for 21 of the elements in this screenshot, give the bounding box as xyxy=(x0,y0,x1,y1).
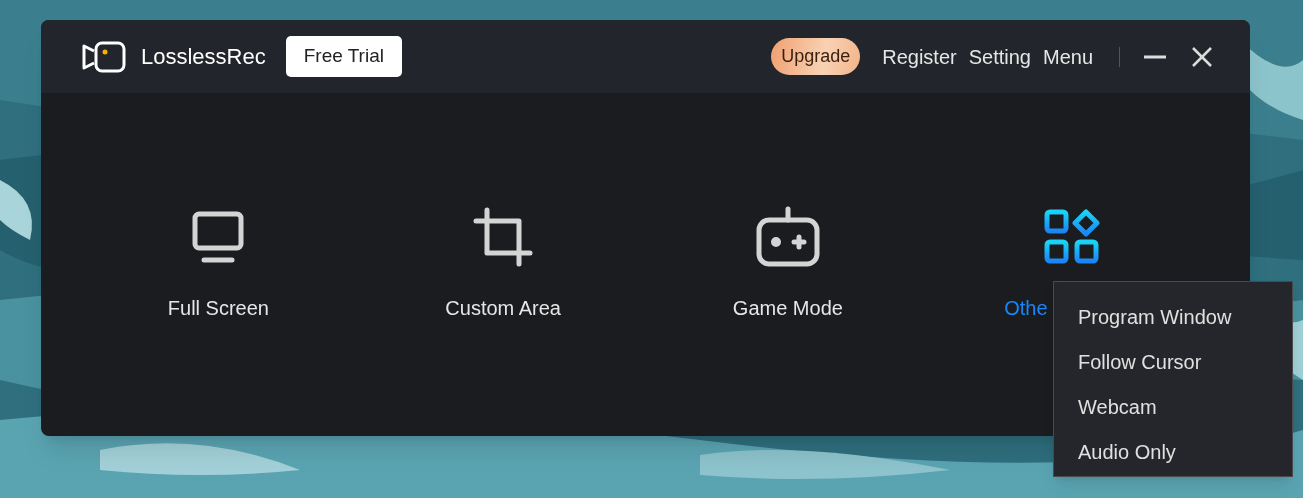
menu-item[interactable]: Audio Only xyxy=(1054,429,1292,474)
header-link[interactable]: Register xyxy=(882,41,957,72)
gamepad-icon xyxy=(754,206,821,268)
upgrade-button[interactable]: Upgrade xyxy=(771,38,861,75)
menu-item[interactable]: Follow Cursor xyxy=(1054,339,1292,384)
header-link[interactable]: Setting xyxy=(968,41,1031,72)
mode-option[interactable]: Othe xyxy=(1004,293,1048,323)
mode-option[interactable]: Full Screen xyxy=(167,293,269,323)
mode-option[interactable]: Custom Area xyxy=(445,293,561,323)
header-link[interactable]: Menu xyxy=(1042,41,1093,72)
monitor-icon xyxy=(190,209,247,265)
app-name: LosslessRec xyxy=(141,43,266,71)
trial-badge: Free Trial xyxy=(285,36,402,77)
menu-item[interactable]: Webcam xyxy=(1054,384,1292,429)
minimize-icon[interactable] xyxy=(1144,54,1166,59)
menu-item[interactable]: Program Window xyxy=(1054,294,1292,339)
camera-logo-icon xyxy=(81,40,127,73)
mode-option[interactable]: Game Mode xyxy=(732,293,843,323)
apps-icon xyxy=(1043,209,1102,265)
close-icon[interactable] xyxy=(1192,46,1212,67)
crop-icon xyxy=(473,207,534,267)
